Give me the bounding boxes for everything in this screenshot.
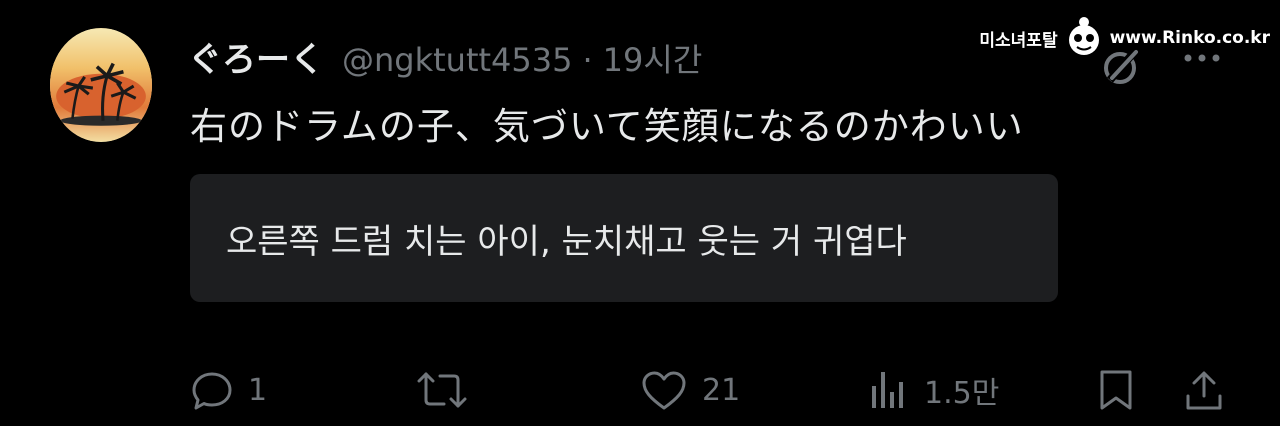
views-chart-icon [872,372,903,408]
post-text: 右のドラムの子、気づいて笑顔になるのかわいい [190,105,1024,148]
grok-icon[interactable] [1098,42,1146,90]
heart-icon [642,371,686,410]
post-header: ぐろーく @ngktutt4535 · 19시간 [188,32,702,88]
post-time[interactable]: 19시간 [603,35,703,81]
share-icon [1186,371,1222,410]
views-button[interactable]: 1.5만 [866,360,999,420]
translation-box: 오른쪽 드럼 치는 아이, 눈치채고 웃는 거 귀엽다 [190,174,1058,302]
user-handle[interactable]: @ngktutt4535 [342,41,572,79]
bookmark-button[interactable] [1094,360,1138,420]
reply-icon [192,372,232,410]
avatar[interactable] [50,28,152,142]
like-count: 21 [702,372,741,408]
translation-text: 오른쪽 드럼 치는 아이, 눈치채고 웃는 거 귀엽다 [226,221,907,262]
repost-button[interactable] [416,360,482,420]
reply-count: 1 [248,372,268,408]
action-bar: 1 21 1.5만 [0,360,1280,420]
view-count: 1.5만 [924,376,1000,411]
like-button[interactable]: 21 [640,360,740,420]
more-dots-icon[interactable] [1178,48,1226,68]
bookmark-icon [1100,370,1132,410]
watermark-left-text: 미소녀포탈 [979,30,1058,51]
palm-trees-sunset-icon [50,28,152,142]
display-name[interactable]: ぐろーく [188,32,324,81]
repost-icon [417,372,467,408]
separator-dot: · [582,41,593,79]
share-button[interactable] [1182,360,1226,420]
reply-button[interactable]: 1 [190,360,267,420]
